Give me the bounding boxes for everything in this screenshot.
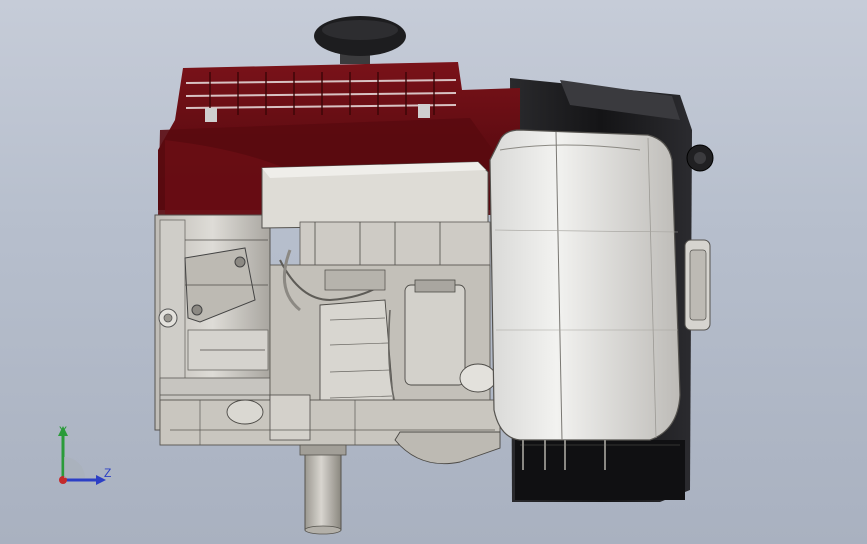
crankshaft: [299, 444, 347, 535]
engine-block: [154, 214, 271, 431]
carburetor-cover: [261, 161, 491, 268]
axis-triad-graphic: [58, 426, 106, 485]
axis-triad: Y Z: [40, 420, 130, 500]
recoil-starter-handle: [314, 16, 406, 64]
y-axis-label: Y: [59, 424, 68, 438]
graphics-viewport[interactable]: Y Z: [0, 0, 867, 544]
z-axis-label: Z: [104, 466, 112, 480]
engine-3d-model[interactable]: [0, 0, 867, 544]
